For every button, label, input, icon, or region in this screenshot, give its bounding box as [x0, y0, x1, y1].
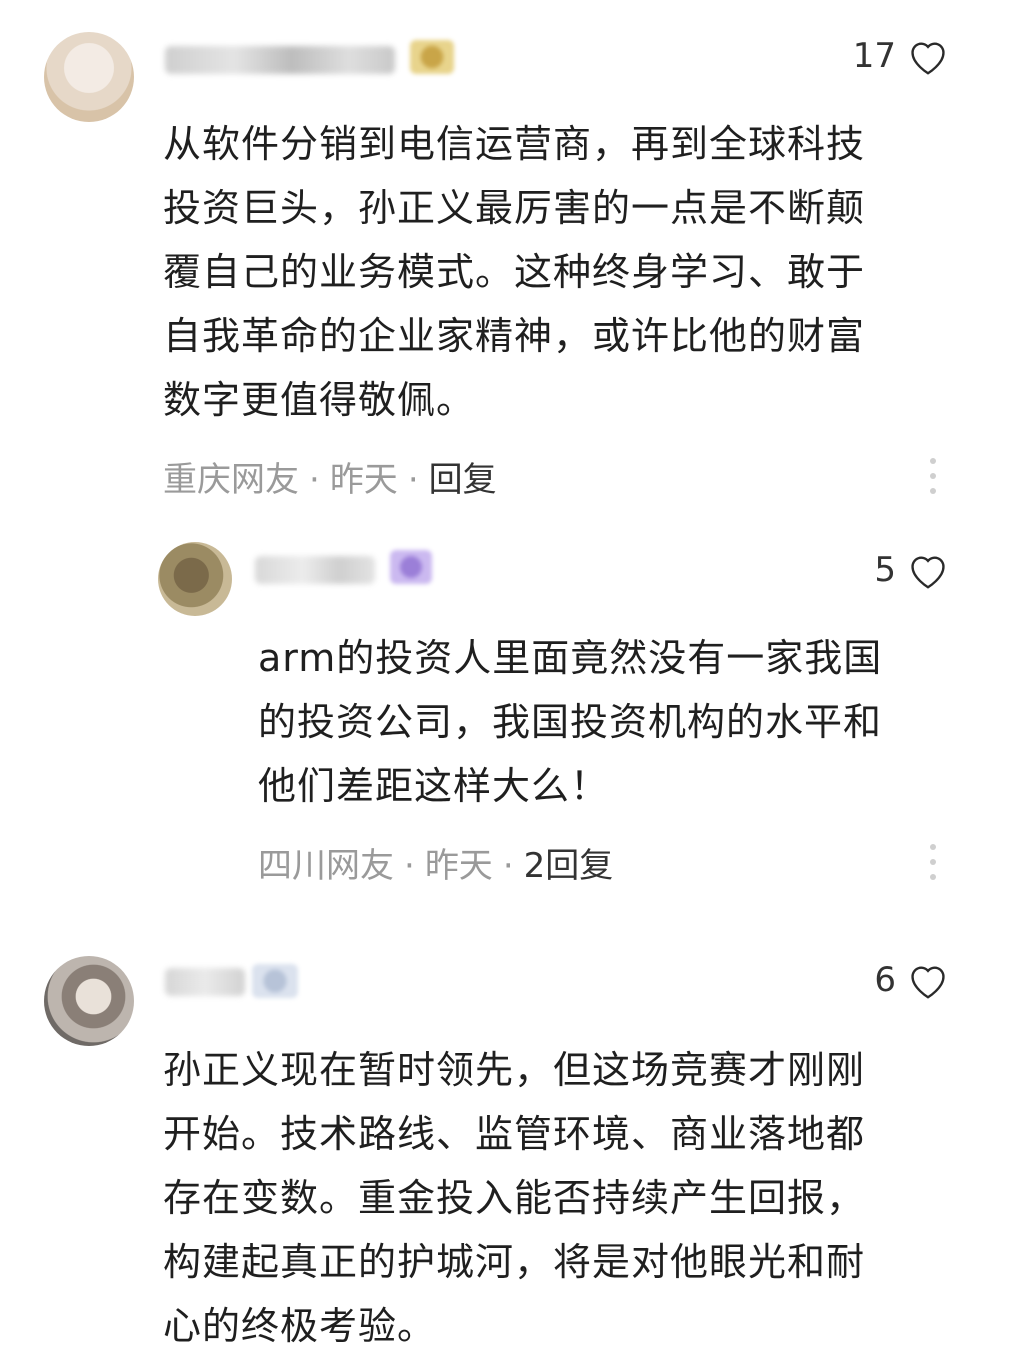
like-button[interactable]: 5: [874, 550, 950, 590]
reply-item: 5 arm的投资人里面竟然没有一家我国的投资公司，我国投资机构的水平和他们差距这…: [0, 520, 1016, 920]
like-button[interactable]: 6: [874, 960, 950, 1000]
like-count: 6: [874, 960, 896, 1000]
reply-button[interactable]: 回复: [429, 460, 497, 500]
separator: ·: [407, 460, 419, 500]
comment-meta: 重庆网友 · 昨天 · 回复: [163, 452, 497, 501]
comment-item: 17 从软件分销到电信运营商，再到全球科技投资巨头，孙正义最厉害的一点是不断颠覆…: [0, 0, 1016, 520]
comment-text: 从软件分销到电信运营商，再到全球科技投资巨头，孙正义最厉害的一点是不断颠覆自己的…: [163, 122, 866, 422]
heart-outline-icon: [911, 966, 945, 999]
separator: ·: [502, 846, 514, 886]
vertical-ellipsis-icon[interactable]: [930, 844, 938, 880]
comment-text: arm的投资人里面竟然没有一家我国的投资公司，我国投资机构的水平和他们差距这样大…: [258, 636, 883, 808]
heart-outline-icon: [911, 556, 945, 589]
heart-outline-icon: [911, 42, 945, 75]
username-blurred[interactable]: [255, 556, 375, 584]
separator: ·: [404, 846, 415, 886]
like-button[interactable]: 17: [853, 36, 950, 76]
user-badge-icon: [390, 550, 432, 584]
comment-text: 孙正义现在暂时领先，但这场竞赛才刚刚开始。技术路线、监管环境、商业落地都存在变数…: [163, 1048, 866, 1348]
avatar[interactable]: [44, 956, 134, 1046]
replies-button[interactable]: 2回复: [524, 846, 614, 886]
location-label: 重庆网友: [163, 460, 299, 500]
comment-item: 6 孙正义现在暂时领先，但这场竞赛才刚刚开始。技术路线、监管环境、商业落地都存在…: [0, 940, 1016, 1366]
avatar[interactable]: [44, 32, 134, 122]
like-count: 5: [874, 550, 896, 590]
user-badge-icon: [410, 40, 454, 74]
time-label: 昨天: [424, 846, 493, 886]
username-blurred[interactable]: [165, 46, 395, 74]
separator: ·: [309, 460, 320, 500]
avatar[interactable]: [158, 542, 232, 616]
user-badge-icon: [252, 964, 298, 998]
username-blurred[interactable]: [165, 968, 245, 996]
location-label: 四川网友: [258, 846, 394, 886]
time-label: 昨天: [329, 460, 398, 500]
comment-meta: 四川网友 · 昨天 · 2回复: [258, 838, 613, 887]
like-count: 17: [852, 36, 896, 76]
vertical-ellipsis-icon[interactable]: [930, 458, 938, 494]
